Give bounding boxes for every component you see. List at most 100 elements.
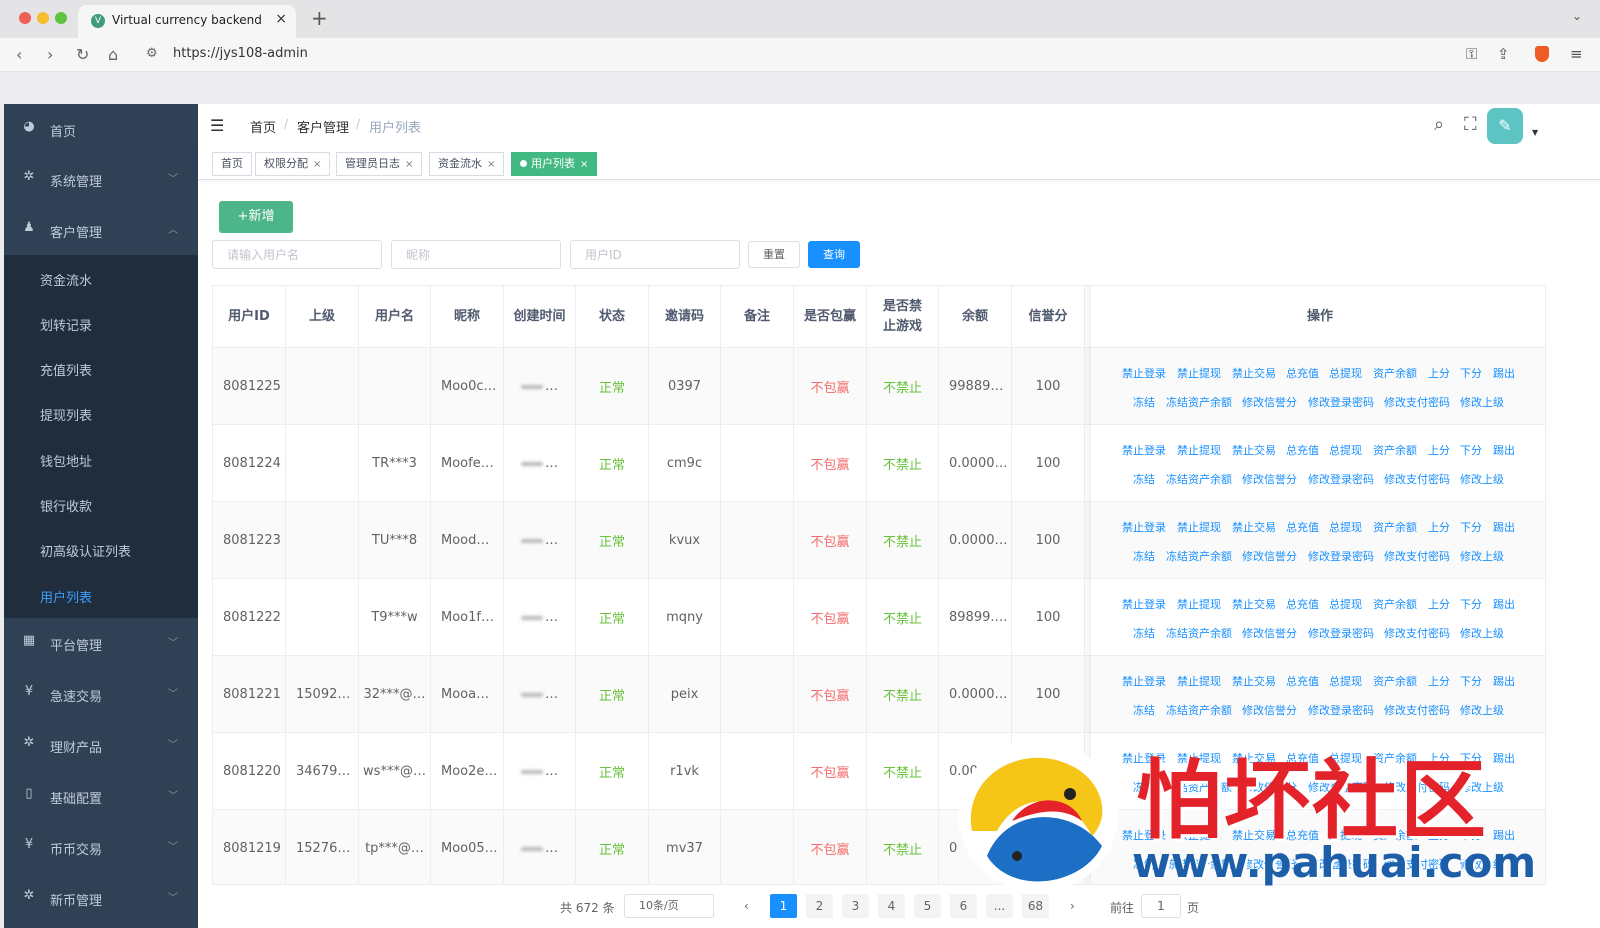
action-link[interactable]: 禁止交易 [1232,596,1276,612]
action-link[interactable]: 修改登录密码 [1308,625,1374,641]
action-link[interactable]: 踢出 [1493,519,1515,535]
action-link[interactable]: 资产余额 [1373,365,1417,381]
submenu-item-fund-flow[interactable]: 资金流水 [4,255,198,300]
submenu-item-withdraw-list[interactable]: 提现列表 [4,390,198,435]
brave-shield-icon[interactable] [1535,46,1549,62]
action-link[interactable]: 下分 [1460,596,1482,612]
action-link[interactable]: 禁止登录 [1122,365,1166,381]
action-link[interactable]: 修改支付密码 [1384,548,1450,564]
tag-admin-log[interactable]: 管理员日志 × [336,152,423,176]
action-link[interactable]: 冻结资产余额 [1166,702,1232,718]
action-link[interactable]: 总提现 [1329,442,1362,458]
action-link[interactable]: 上分 [1428,596,1450,612]
key-icon[interactable]: ⚿ [1466,45,1477,63]
action-link[interactable]: 冻结 [1133,394,1155,410]
action-link[interactable]: 修改上级 [1460,471,1504,487]
tag-permission[interactable]: 权限分配 × [255,152,331,176]
action-link[interactable]: 资产余额 [1373,442,1417,458]
action-link[interactable]: 下分 [1460,673,1482,689]
action-link[interactable]: 修改信誉分 [1242,548,1297,564]
back-icon[interactable]: ‹ [16,45,22,64]
action-link[interactable]: 踢出 [1493,673,1515,689]
action-link[interactable]: 踢出 [1493,365,1515,381]
action-link[interactable]: 资产余额 [1373,596,1417,612]
sidebar-item-system[interactable]: ✲ 系统管理 ﹀ [4,154,198,204]
avatar[interactable]: ✎ [1487,108,1523,144]
submenu-item-bank-receipt[interactable]: 银行收款 [4,481,198,526]
sidebar-item-home[interactable]: ◕ 首页 [4,104,198,154]
action-link[interactable]: 修改支付密码 [1384,702,1450,718]
submenu-item-recharge-list[interactable]: 充值列表 [4,345,198,390]
close-window-button[interactable] [19,12,31,24]
action-link[interactable]: 修改信誉分 [1242,625,1297,641]
page-number[interactable]: 68 [1022,894,1049,918]
action-link[interactable]: 修改信誉分 [1242,471,1297,487]
submenu-item-transfer-records[interactable]: 划转记录 [4,300,198,345]
action-link[interactable]: 总充值 [1286,519,1319,535]
share-icon[interactable]: ⇪ [1497,45,1510,63]
action-link[interactable]: 上分 [1428,519,1450,535]
action-link[interactable]: 上分 [1428,673,1450,689]
action-link[interactable]: 冻结资产余额 [1166,394,1232,410]
action-link[interactable]: 总提现 [1329,365,1362,381]
action-link[interactable]: 总充值 [1286,673,1319,689]
browser-tab[interactable]: V Virtual currency backend × [78,5,296,38]
action-link[interactable]: 冻结 [1133,471,1155,487]
sidebar-item-platform[interactable]: ▦ 平台管理 ﹀ [4,618,198,668]
action-link[interactable]: 修改信誉分 [1242,394,1297,410]
action-link[interactable]: 总提现 [1329,519,1362,535]
action-link[interactable]: 修改上级 [1460,625,1504,641]
next-page-icon[interactable]: › [1070,899,1075,913]
sidebar-item-quick-trade[interactable]: ¥ 急速交易 ﹀ [4,669,198,719]
action-link[interactable]: 踢出 [1493,596,1515,612]
new-tab-button[interactable]: + [311,6,328,30]
close-icon[interactable]: × [313,159,321,170]
page-number[interactable]: 3 [842,894,869,918]
close-tab-icon[interactable]: × [275,11,287,27]
action-link[interactable]: 禁止提现 [1177,365,1221,381]
action-link[interactable]: 修改登录密码 [1308,394,1374,410]
sidebar-item-wealth[interactable]: ✲ 理财产品 ﹀ [4,720,198,770]
action-link[interactable]: 禁止登录 [1122,596,1166,612]
action-link[interactable]: 禁止登录 [1122,442,1166,458]
page-number[interactable]: 5 [914,894,941,918]
submenu-item-user-list[interactable]: 用户列表 [4,572,198,617]
forward-icon[interactable]: › [47,45,53,64]
action-link[interactable]: 下分 [1460,365,1482,381]
action-link[interactable]: 禁止提现 [1177,673,1221,689]
tag-home[interactable]: 首页 [212,152,252,176]
add-button[interactable]: +新增 [219,201,293,233]
action-link[interactable]: 上分 [1428,442,1450,458]
action-link[interactable]: 修改支付密码 [1384,394,1450,410]
action-link[interactable]: 禁止交易 [1232,365,1276,381]
address-bar[interactable]: https://jys108-admin [173,46,308,61]
action-link[interactable]: 禁止登录 [1122,519,1166,535]
action-link[interactable]: 修改登录密码 [1308,548,1374,564]
page-number[interactable]: 1 [770,894,797,918]
action-link[interactable]: 修改支付密码 [1384,471,1450,487]
page-number[interactable]: 4 [878,894,905,918]
action-link[interactable]: 修改登录密码 [1308,471,1374,487]
action-link[interactable]: 修改支付密码 [1384,625,1450,641]
breadcrumb-home[interactable]: 首页 [250,117,276,136]
reload-icon[interactable]: ↻ [76,45,89,64]
action-link[interactable]: 禁止交易 [1232,442,1276,458]
minimize-window-button[interactable] [37,12,49,24]
action-link[interactable]: 总充值 [1286,365,1319,381]
site-settings-icon[interactable]: ⚙ [146,46,158,61]
sidebar-item-customers[interactable]: ♟ 客户管理 ︿ [4,205,198,255]
action-link[interactable]: 禁止提现 [1177,519,1221,535]
action-link[interactable]: 禁止提现 [1177,442,1221,458]
action-link[interactable]: 冻结 [1133,548,1155,564]
sidebar-item-basic-config[interactable]: ▯ 基础配置 ﹀ [4,771,198,821]
action-link[interactable]: 禁止交易 [1232,673,1276,689]
nickname-input[interactable] [391,240,561,269]
action-link[interactable]: 修改信誉分 [1242,702,1297,718]
page-size-select[interactable]: 10条/页 [624,894,714,918]
action-link[interactable]: 下分 [1460,519,1482,535]
action-link[interactable]: 禁止提现 [1177,596,1221,612]
page-number[interactable]: 2 [806,894,833,918]
query-button[interactable]: 查询 [808,241,860,268]
tag-user-list[interactable]: 用户列表 × [511,152,598,176]
action-link[interactable]: 修改登录密码 [1308,702,1374,718]
